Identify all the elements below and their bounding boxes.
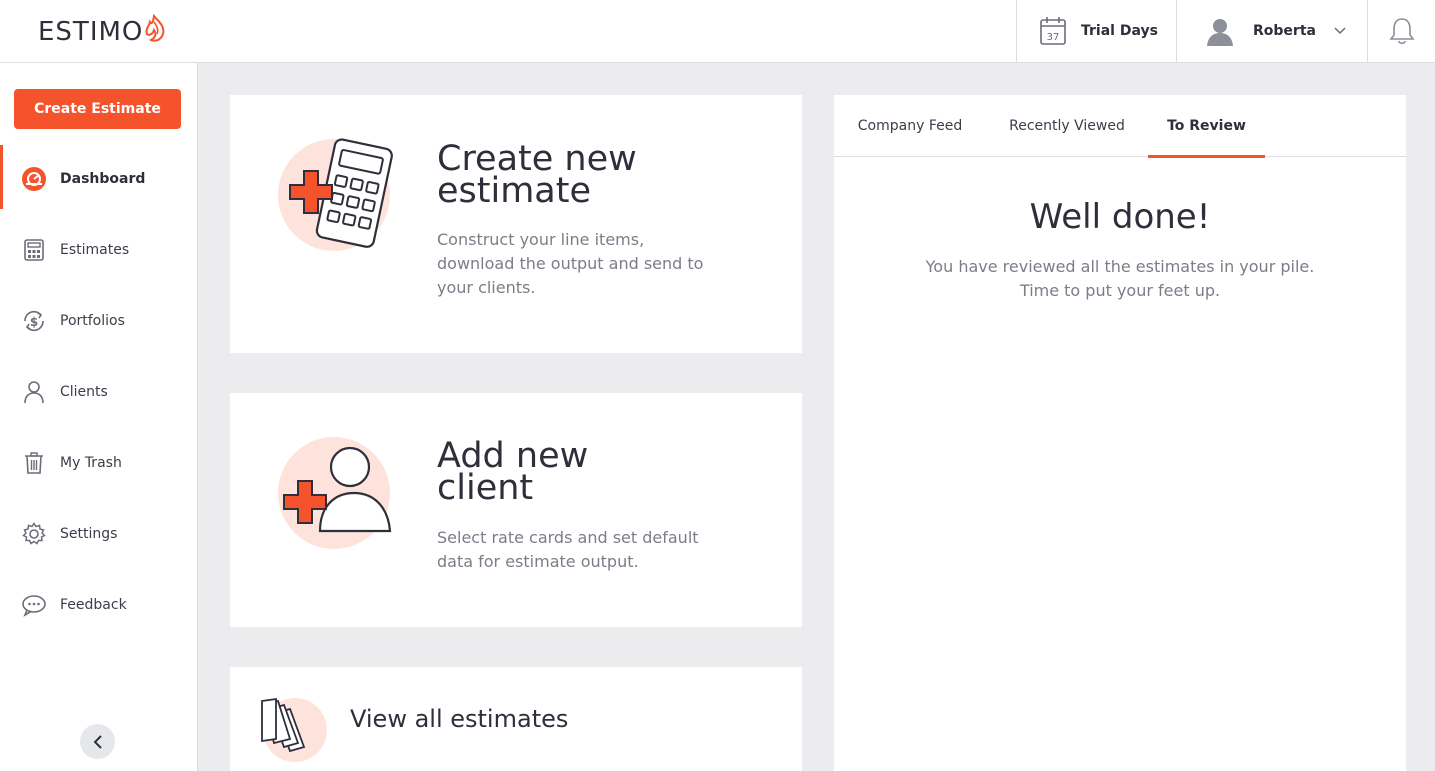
tab-to-review[interactable]: To Review	[1148, 95, 1265, 158]
sidebar: Create Estimate Dashboard Estimates $ Po…	[0, 63, 198, 771]
sidebar-item-estimates[interactable]: Estimates	[0, 214, 198, 285]
chevron-left-icon	[93, 734, 102, 749]
sidebar-item-clients[interactable]: Clients	[0, 356, 198, 427]
sidebar-item-label: Estimates	[60, 241, 130, 258]
add-client-card[interactable]: Add new client Select rate cards and set…	[230, 393, 802, 627]
empty-state-message: You have reviewed all the estimates in y…	[925, 257, 1315, 300]
activity-panel: Company Feed Recently Viewed To Review W…	[834, 95, 1406, 771]
card-description: Select rate cards and set default data f…	[437, 528, 699, 571]
avatar	[1207, 19, 1233, 46]
sidebar-item-label: Feedback	[60, 596, 127, 613]
calculator-icon	[21, 237, 47, 263]
user-menu[interactable]: Roberta	[1176, 0, 1367, 62]
chat-icon	[21, 592, 47, 618]
user-plus-icon	[278, 437, 392, 549]
chevron-down-icon	[1334, 27, 1346, 35]
sidebar-item-label: Clients	[60, 383, 108, 400]
sidebar-nav: Dashboard Estimates $ Portfolios Clients…	[0, 143, 198, 640]
notifications-button[interactable]	[1367, 0, 1435, 62]
portfolio-icon: $	[21, 308, 47, 334]
gear-icon	[21, 521, 47, 547]
calendar-icon: 37	[1040, 17, 1066, 45]
collapse-sidebar-button[interactable]	[80, 724, 115, 759]
trial-days-widget[interactable]: 37 Trial Days	[1016, 0, 1176, 62]
sidebar-item-settings[interactable]: Settings	[0, 498, 198, 569]
bell-icon	[1388, 18, 1415, 45]
sidebar-item-portfolios[interactable]: $ Portfolios	[0, 285, 198, 356]
sidebar-item-dashboard[interactable]: Dashboard	[0, 143, 198, 214]
flame-icon	[145, 14, 165, 42]
tab-company-feed[interactable]: Company Feed	[834, 95, 986, 157]
card-title: Add new client	[437, 436, 589, 508]
top-header: ESTIMO 37 Trial Days Roberta	[0, 0, 1435, 63]
documents-icon	[261, 697, 327, 762]
card-title: View all estimates	[350, 705, 569, 733]
svg-text:$: $	[30, 315, 38, 329]
trial-days-label: Trial Days	[1081, 23, 1158, 39]
sidebar-item-trash[interactable]: My Trash	[0, 427, 198, 498]
trash-icon	[21, 450, 47, 476]
dashboard-icon	[21, 166, 47, 192]
logo-text: ESTIMO	[38, 17, 144, 47]
sidebar-item-label: My Trash	[60, 454, 122, 471]
create-estimate-card[interactable]: Create new estimate Construct your line …	[230, 95, 802, 353]
sidebar-item-label: Dashboard	[60, 170, 146, 187]
tab-recently-viewed[interactable]: Recently Viewed	[986, 95, 1148, 157]
view-all-estimates-card[interactable]: View all estimates	[230, 667, 802, 771]
user-icon	[21, 379, 47, 405]
sidebar-item-label: Portfolios	[60, 312, 125, 329]
trial-days-count: 37	[1047, 32, 1060, 43]
card-title: Create new estimate	[437, 139, 637, 211]
sidebar-item-label: Settings	[60, 525, 118, 542]
card-description: Construct your line items, download the …	[437, 230, 704, 297]
user-name: Roberta	[1253, 23, 1316, 39]
empty-state-title: Well done!	[1029, 197, 1211, 237]
estimo-logo[interactable]: ESTIMO	[38, 10, 167, 54]
panel-tabs: Company Feed Recently Viewed To Review	[834, 95, 1406, 158]
calculator-plus-icon	[278, 138, 393, 251]
sidebar-item-feedback[interactable]: Feedback	[0, 569, 198, 640]
create-estimate-button[interactable]: Create Estimate	[14, 89, 181, 129]
